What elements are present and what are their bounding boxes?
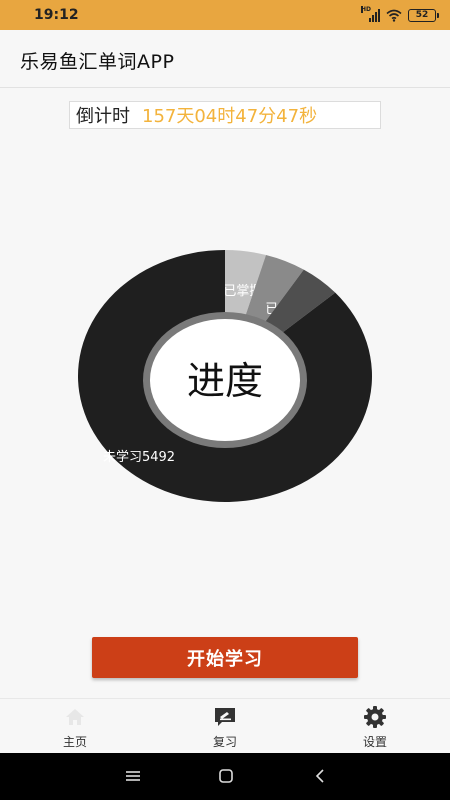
gear-icon [362, 705, 388, 729]
wifi-icon [386, 9, 402, 22]
countdown-label: 倒计时 [76, 106, 130, 127]
countdown-value: 157天04时47分47秒 [142, 106, 318, 127]
home-icon [62, 705, 88, 729]
pie-slice-label-3: 未学习5492 [103, 449, 175, 465]
status-time: 19:12 [34, 7, 79, 23]
signal-icon: HD [361, 5, 380, 22]
status-bar: 19:12 HD 52 [0, 0, 450, 30]
countdown-box: 倒计时 157天04时47分47秒 [69, 101, 381, 129]
home-square-icon[interactable] [211, 766, 241, 786]
progress-chart: 已掌握0已认识0不认识0未学习5492进度 [77, 250, 372, 502]
hd-label: HD [361, 5, 372, 13]
bottom-nav: 主页 复习 设置 [0, 698, 450, 753]
nav-label-settings: 设置 [362, 735, 387, 749]
system-nav-bar [0, 753, 450, 800]
nav-item-review[interactable]: 复习 [185, 705, 265, 751]
nav-label-home: 主页 [62, 735, 87, 749]
nav-item-settings[interactable]: 设置 [335, 705, 415, 751]
app-bar: 乐易鱼汇单词APP [0, 30, 450, 88]
app-title: 乐易鱼汇单词APP [20, 51, 175, 73]
battery-icon: 52 [408, 8, 439, 22]
back-icon[interactable] [305, 766, 335, 786]
status-icons: HD 52 [361, 5, 439, 23]
menu-icon[interactable] [118, 766, 148, 786]
nav-label-review: 复习 [212, 735, 237, 749]
nav-item-home[interactable]: 主页 [35, 705, 115, 751]
pie-center-label: 进度 [187, 359, 263, 403]
start-learning-button[interactable]: 开始学习 [92, 637, 358, 678]
review-icon [212, 705, 238, 729]
